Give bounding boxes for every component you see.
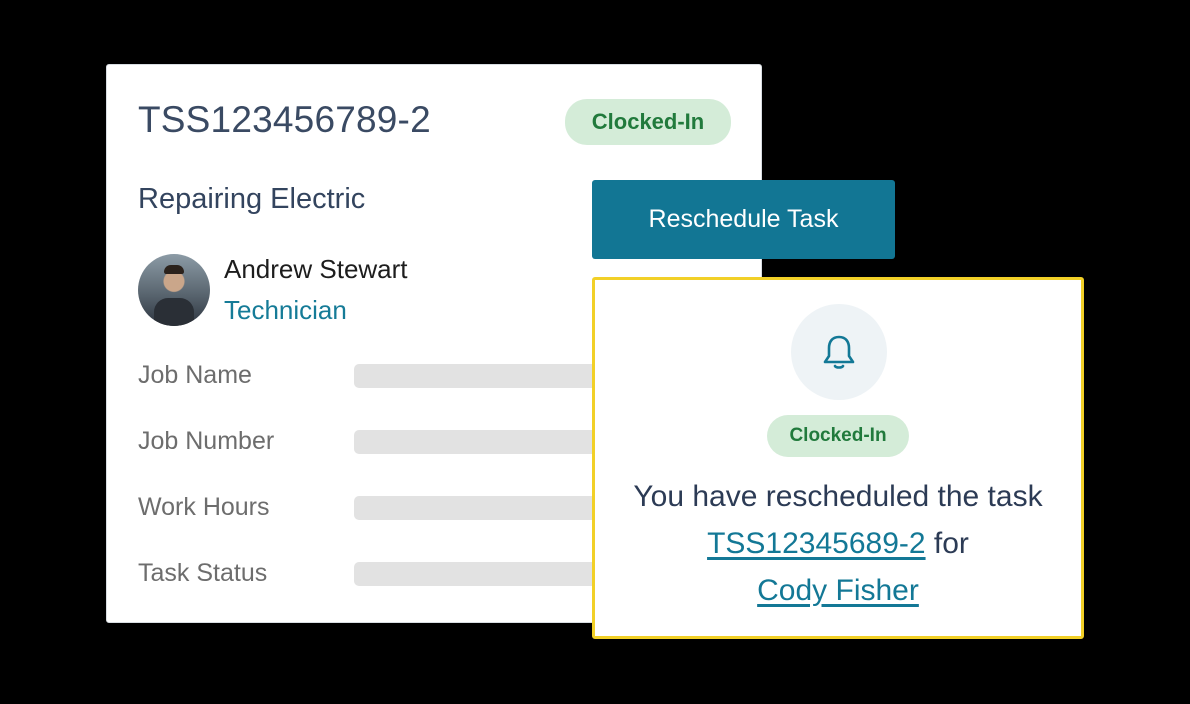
avatar <box>138 254 210 326</box>
job-title: Repairing Electric <box>138 183 366 215</box>
field-label-task-status: Task Status <box>138 559 268 587</box>
notification-popup: Clocked-In You have rescheduled the task… <box>592 277 1084 639</box>
status-badge: Clocked-In <box>565 99 731 145</box>
message-part1: You have rescheduled the task <box>633 480 1043 513</box>
notification-status-badge: Clocked-In <box>767 415 909 457</box>
task-link[interactable]: TSS12345689-2 <box>707 527 926 560</box>
field-label-job-number: Job Number <box>138 427 275 455</box>
field-label-work-hours: Work Hours <box>138 493 270 521</box>
person-link[interactable]: Cody Fisher <box>757 574 919 607</box>
notification-message: You have rescheduled the task TSS1234568… <box>595 473 1081 614</box>
message-part2: for <box>933 527 969 560</box>
reschedule-task-button[interactable]: Reschedule Task <box>592 180 895 259</box>
field-label-job-name: Job Name <box>138 361 252 389</box>
assignee-role: Technician <box>224 295 347 325</box>
bell-icon <box>823 335 855 369</box>
assignee-name: Andrew Stewart <box>224 254 408 284</box>
task-id: TSS123456789-2 <box>138 99 431 140</box>
bell-icon-circle <box>791 304 887 400</box>
